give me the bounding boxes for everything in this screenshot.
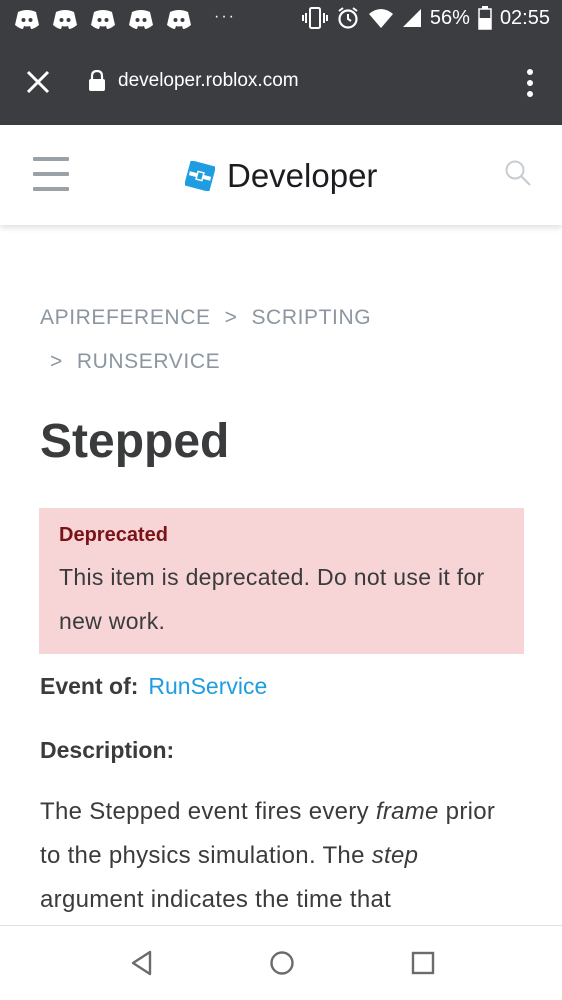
status-bar: ··· 56% 02:55	[0, 0, 562, 42]
discord-icon	[129, 10, 153, 29]
event-of-label: Event of:	[40, 673, 139, 699]
signal-icon	[402, 9, 421, 27]
back-icon[interactable]	[130, 950, 154, 976]
wifi-icon	[368, 9, 393, 28]
search-icon[interactable]	[504, 159, 532, 187]
discord-icon	[91, 10, 115, 29]
deprecated-notice: Deprecated This item is deprecated. Do n…	[39, 508, 524, 654]
clock: 02:55	[499, 6, 550, 29]
recents-icon[interactable]	[411, 950, 435, 976]
browser-toolbar: developer.roblox.com	[0, 42, 562, 125]
breadcrumb-item-apireference[interactable]: APIREFERENCE	[40, 306, 211, 329]
event-of: Event of: RunService	[40, 673, 267, 700]
site-header: Developer	[0, 125, 562, 225]
roblox-logo-icon	[185, 161, 215, 191]
close-icon[interactable]	[25, 69, 51, 95]
breadcrumb: APIREFERENCE > SCRIPTING > RUNSERVICE	[40, 296, 520, 384]
discord-icon	[15, 10, 39, 29]
discord-icon	[167, 10, 191, 29]
menu-icon[interactable]	[33, 157, 69, 191]
discord-icon	[53, 10, 77, 29]
url-field[interactable]: developer.roblox.com	[118, 70, 299, 92]
system-status: 56% 02:55	[301, 6, 550, 30]
description-part: argument indicates the time that	[40, 886, 392, 913]
runservice-link[interactable]: RunService	[148, 673, 267, 699]
description-label: Description:	[40, 737, 175, 763]
navigation-bar	[0, 925, 562, 1000]
developer-logo[interactable]: Developer	[185, 157, 377, 195]
description-emphasis: frame	[375, 798, 439, 825]
more-notifications-icon: ···	[214, 8, 236, 25]
alarm-icon	[338, 7, 358, 29]
deprecated-text: This item is deprecated. Do not use it f…	[59, 564, 485, 634]
breadcrumb-separator: >	[224, 306, 238, 329]
breadcrumb-item-scripting[interactable]: SCRIPTING	[251, 306, 371, 329]
battery-icon	[478, 6, 492, 30]
description-emphasis: step	[371, 842, 419, 869]
home-icon[interactable]	[269, 950, 295, 976]
logo-text: Developer	[227, 157, 378, 194]
vibrate-icon	[301, 7, 328, 29]
breadcrumb-item-runservice[interactable]: RUNSERVICE	[77, 350, 220, 373]
description-text: The Stepped event fires every frame prio…	[40, 790, 520, 922]
more-options-icon[interactable]	[526, 68, 534, 98]
page-title: Stepped	[40, 415, 230, 468]
description-part: The Stepped event fires every	[40, 798, 376, 825]
deprecated-title: Deprecated	[59, 524, 168, 546]
battery-percent: 56%	[429, 6, 470, 29]
breadcrumb-separator: >	[50, 350, 63, 373]
notification-icons: ···	[14, 8, 236, 32]
lock-icon	[89, 70, 105, 91]
